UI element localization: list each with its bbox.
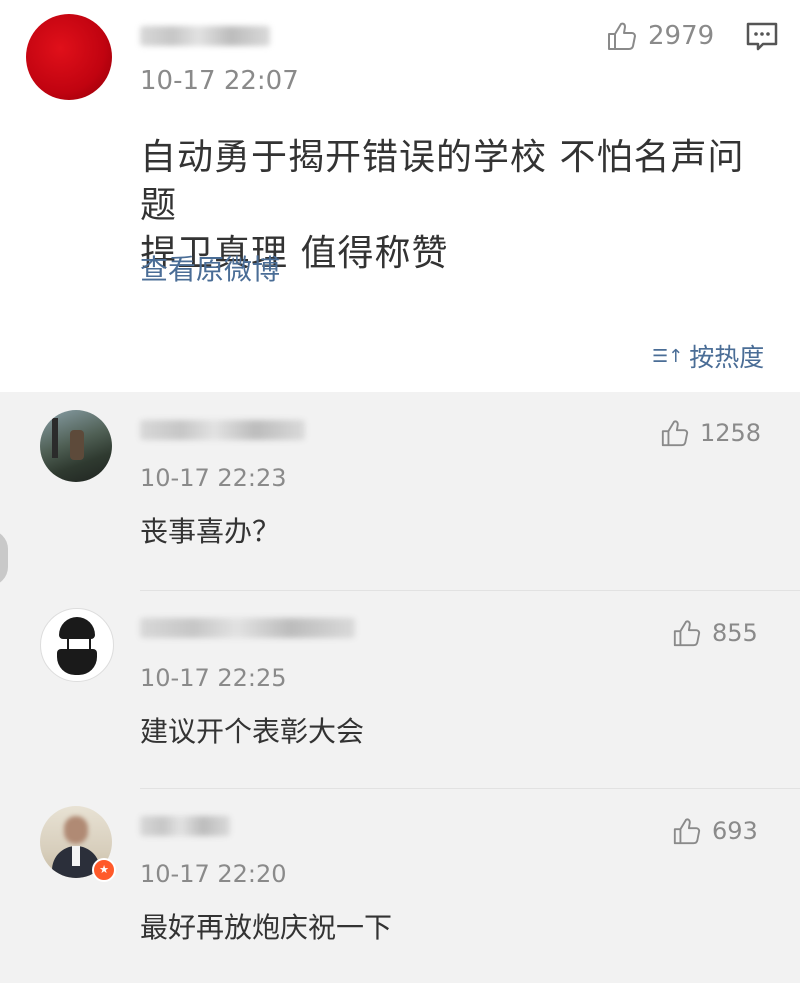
thumbs-up-icon <box>661 420 689 447</box>
thumbs-up-icon <box>673 818 701 845</box>
commenter-name-blurred[interactable] <box>140 420 305 440</box>
comment-like-button[interactable]: 1258 <box>660 418 761 448</box>
comment-item: ★ 10-17 22:20 693 最好再放炮庆祝一下 <box>0 790 800 983</box>
comment-item: 10-17 22:23 1258 丧事喜办？ <box>0 392 800 592</box>
author-name-blurred[interactable] <box>140 26 270 46</box>
post-timestamp: 10-17 22:07 <box>140 66 299 96</box>
commenter-name-blurred[interactable] <box>140 618 355 638</box>
comment-text: 最好再放炮庆祝一下 <box>140 911 393 944</box>
comment-timestamp: 10-17 22:25 <box>140 664 287 692</box>
thumbs-up-icon <box>673 620 701 647</box>
post-like-button[interactable]: 2979 <box>606 20 714 52</box>
comment-like-count: 855 <box>712 619 758 647</box>
comment-bubble-icon[interactable] <box>745 20 779 54</box>
commenter-avatar[interactable] <box>40 410 112 482</box>
comment-divider <box>140 788 800 789</box>
comment-timestamp: 10-17 22:20 <box>140 860 287 888</box>
sort-by-hot-toggle[interactable]: ☰↑ 按热度 <box>652 338 764 374</box>
comment-text: 丧事喜办？ <box>140 515 281 548</box>
sort-label: 按热度 <box>689 343 765 372</box>
comment-divider <box>140 590 800 591</box>
post-like-count: 2979 <box>648 21 715 51</box>
comment-text: 建议开个表彰大会 <box>140 715 365 748</box>
post-text-line-1: 自动勇于揭开错误的学校 不怕名声问题 <box>140 137 745 226</box>
comment-item: 10-17 22:25 855 建议开个表彰大会 <box>0 592 800 790</box>
comment-like-count: 1258 <box>700 419 762 447</box>
sort-icon: ☰↑ <box>652 345 684 367</box>
comment-like-count: 693 <box>712 817 758 845</box>
comment-like-button[interactable]: 855 <box>672 618 758 648</box>
verified-badge-icon: ★ <box>92 858 116 882</box>
comment-like-button[interactable]: 693 <box>672 816 758 846</box>
main-post: 10-17 22:07 2979 自动勇于揭开错误的学校 不怕名声问题 捍卫真理… <box>0 0 800 392</box>
commenter-name-blurred[interactable] <box>140 816 230 836</box>
commenter-avatar[interactable] <box>40 608 114 682</box>
author-avatar[interactable] <box>26 14 112 100</box>
comment-timestamp: 10-17 22:23 <box>140 464 287 492</box>
thumbs-up-icon <box>608 22 636 50</box>
view-original-link[interactable]: 查看原微博 <box>140 248 280 288</box>
